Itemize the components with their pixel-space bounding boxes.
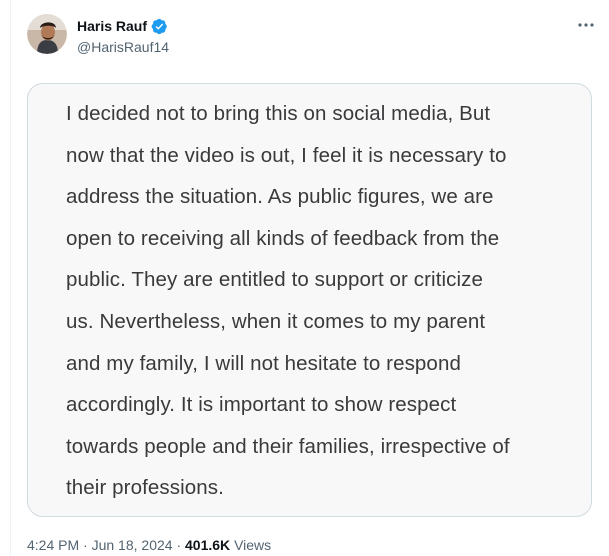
statement-line: accordingly. It is important to show res… [66,393,457,417]
statement-text: I decided not to bring this on social me… [66,93,566,509]
author-display-name[interactable]: Haris Rauf [77,17,147,35]
statement-line: open to receiving all kinds of feedback … [66,226,500,250]
tweet-header: Haris Rauf @HarisRauf14 [27,14,599,58]
views-label: Views [234,537,272,553]
more-options-button[interactable] [575,14,597,36]
statement-line: their professions. [66,476,224,500]
tweet-meta: 4:24 PM · Jun 18, 2024 · 401.6K Views [27,536,271,554]
statement-line: now that the video is out, I feel it is … [66,143,507,167]
statement-line: I decided not to bring this on social me… [66,102,491,125]
more-horizontal-icon [578,23,594,27]
meta-separator: · [176,537,182,553]
statement-line: us. Nevertheless, when it comes to my pa… [66,309,486,333]
tweet-date[interactable]: Jun 18, 2024 [92,537,173,553]
meta-separator: · [83,537,88,553]
author-handle[interactable]: @HarisRauf14 [77,38,169,56]
author-name-row: Haris Rauf [77,17,168,35]
tweet-time[interactable]: 4:24 PM [27,537,79,553]
statement-line: address the situation. As public figures… [66,185,494,209]
tweet: Haris Rauf @HarisRauf14 I decided not to… [27,14,599,553]
avatar[interactable] [27,14,67,54]
views-count: 401.6K [185,537,231,553]
timeline-divider [10,0,11,556]
verified-badge-icon [151,18,168,35]
statement-line: and my family, I will not hesitate to re… [66,351,461,375]
tweet-media-image[interactable]: I decided not to bring this on social me… [27,83,592,517]
statement-line: public. They are entitled to support or … [66,268,484,292]
avatar-image [27,14,67,54]
statement-line: towards people and their families, irres… [66,434,510,458]
